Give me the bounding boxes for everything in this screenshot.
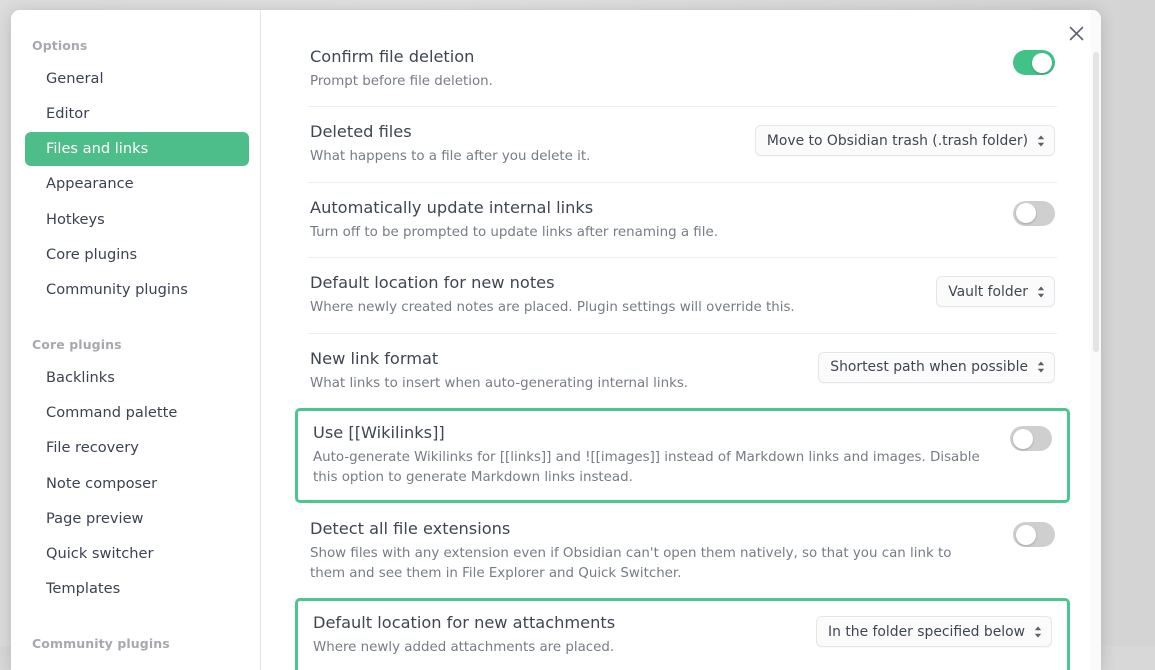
toggle-knob bbox=[1032, 53, 1052, 73]
sidebar-item-backlinks[interactable]: Backlinks bbox=[25, 361, 249, 395]
setting-description: Auto-generate Wikilinks for [[links]] an… bbox=[313, 448, 985, 487]
setting-control: In the folder specified below bbox=[816, 612, 1052, 647]
setting-control bbox=[1013, 518, 1055, 547]
settings-modal: Options General Editor Files and links A… bbox=[11, 10, 1101, 670]
setting-info: Default location for new notes Where new… bbox=[310, 272, 916, 317]
toggle-knob bbox=[1016, 203, 1036, 223]
select-value: Vault folder bbox=[948, 284, 1028, 300]
setting-default-location-new-attachments: Default location for new attachments Whe… bbox=[311, 601, 1054, 670]
chevron-updown-icon bbox=[1036, 285, 1046, 299]
sidebar-item-templates[interactable]: Templates bbox=[25, 572, 249, 606]
setting-info: New link format What links to insert whe… bbox=[310, 348, 798, 393]
setting-control bbox=[1013, 46, 1055, 75]
sidebar-item-community-plugins[interactable]: Community plugins bbox=[25, 273, 249, 307]
toggle-knob bbox=[1013, 429, 1033, 449]
select-deleted-files[interactable]: Move to Obsidian trash (.trash folder) bbox=[755, 125, 1055, 156]
setting-title: Use [[Wikilinks]] bbox=[313, 422, 990, 444]
sidebar-item-command-palette[interactable]: Command palette bbox=[25, 396, 249, 430]
select-new-link-format[interactable]: Shortest path when possible bbox=[818, 352, 1055, 383]
sidebar-item-appearance[interactable]: Appearance bbox=[25, 167, 249, 201]
select-value: In the folder specified below bbox=[828, 624, 1025, 640]
setting-detect-all-file-extensions: Detect all file extensions Show files wi… bbox=[308, 503, 1057, 598]
chevron-updown-icon bbox=[1033, 625, 1043, 639]
sidebar-item-note-composer[interactable]: Note composer bbox=[25, 467, 249, 501]
select-default-location-new-attachments[interactable]: In the folder specified below bbox=[816, 616, 1052, 647]
content-scrollbar[interactable] bbox=[1091, 10, 1101, 670]
sidebar-header-core-plugins: Core plugins bbox=[11, 311, 260, 361]
sidebar-group-options: Options General Editor Files and links A… bbox=[11, 32, 260, 307]
sidebar-item-general[interactable]: General bbox=[25, 62, 249, 96]
chevron-updown-icon bbox=[1036, 360, 1046, 374]
setting-title: Default location for new notes bbox=[310, 272, 916, 294]
settings-sidebar: Options General Editor Files and links A… bbox=[11, 10, 261, 670]
setting-title: New link format bbox=[310, 348, 798, 370]
setting-description: Where newly added attachments are placed… bbox=[313, 638, 796, 658]
setting-control: Vault folder bbox=[936, 272, 1055, 307]
setting-description: Prompt before file deletion. bbox=[310, 72, 982, 92]
sidebar-item-files-and-links[interactable]: Files and links bbox=[25, 132, 249, 166]
setting-title: Default location for new attachments bbox=[313, 612, 796, 634]
setting-title: Deleted files bbox=[310, 121, 735, 143]
sidebar-item-templater[interactable]: Templater bbox=[25, 660, 249, 670]
setting-description: What links to insert when auto-generatin… bbox=[310, 374, 798, 394]
setting-control: Shortest path when possible bbox=[818, 348, 1055, 383]
settings-content: Confirm file deletion Prompt before file… bbox=[261, 10, 1101, 670]
sidebar-item-quick-switcher[interactable]: Quick switcher bbox=[25, 537, 249, 571]
setting-title: Detect all file extensions bbox=[310, 518, 993, 540]
highlight-box-attachments: Default location for new attachments Whe… bbox=[295, 598, 1070, 670]
setting-control bbox=[1013, 197, 1055, 226]
select-default-location-new-notes[interactable]: Vault folder bbox=[936, 276, 1055, 307]
setting-confirm-file-deletion: Confirm file deletion Prompt before file… bbox=[308, 41, 1057, 106]
setting-auto-update-internal-links: Automatically update internal links Turn… bbox=[308, 182, 1057, 257]
setting-deleted-files: Deleted files What happens to a file aft… bbox=[308, 106, 1057, 181]
setting-description: Turn off to be prompted to update links … bbox=[310, 223, 982, 243]
highlight-box-wikilinks: Use [[Wikilinks]] Auto-generate Wikilink… bbox=[295, 408, 1070, 503]
setting-info: Automatically update internal links Turn… bbox=[310, 197, 993, 242]
setting-default-location-new-notes: Default location for new notes Where new… bbox=[308, 257, 1057, 332]
setting-info: Default location for new attachments Whe… bbox=[313, 612, 796, 657]
toggle-confirm-file-deletion[interactable] bbox=[1013, 50, 1055, 75]
setting-description: What happens to a file after you delete … bbox=[310, 147, 735, 167]
setting-control bbox=[1010, 422, 1052, 451]
setting-info: Deleted files What happens to a file aft… bbox=[310, 121, 735, 166]
toggle-use-wikilinks[interactable] bbox=[1010, 426, 1052, 451]
sidebar-item-page-preview[interactable]: Page preview bbox=[25, 502, 249, 536]
sidebar-item-core-plugins[interactable]: Core plugins bbox=[25, 238, 249, 272]
setting-description: Where newly created notes are placed. Pl… bbox=[310, 298, 916, 318]
sidebar-item-hotkeys[interactable]: Hotkeys bbox=[25, 203, 249, 237]
setting-description: Show files with any extension even if Ob… bbox=[310, 544, 982, 583]
chevron-updown-icon bbox=[1036, 134, 1046, 148]
close-icon[interactable] bbox=[1062, 19, 1090, 47]
setting-info: Detect all file extensions Show files wi… bbox=[310, 518, 993, 583]
setting-info: Confirm file deletion Prompt before file… bbox=[310, 46, 993, 91]
toggle-detect-all-file-extensions[interactable] bbox=[1013, 522, 1055, 547]
setting-control: Move to Obsidian trash (.trash folder) bbox=[755, 121, 1055, 156]
setting-info: Use [[Wikilinks]] Auto-generate Wikilink… bbox=[313, 422, 990, 487]
sidebar-group-core-plugins: Core plugins Backlinks Command palette F… bbox=[11, 311, 260, 606]
sidebar-header-community-plugins: Community plugins bbox=[11, 610, 260, 660]
toggle-knob bbox=[1016, 525, 1036, 545]
sidebar-header-options: Options bbox=[11, 32, 260, 62]
sidebar-item-editor[interactable]: Editor bbox=[25, 97, 249, 131]
sidebar-group-community-plugins: Community plugins Templater bbox=[11, 610, 260, 670]
scrollbar-thumb[interactable] bbox=[1093, 52, 1099, 352]
setting-title: Confirm file deletion bbox=[310, 46, 993, 68]
toggle-auto-update-internal-links[interactable] bbox=[1013, 201, 1055, 226]
settings-list: Confirm file deletion Prompt before file… bbox=[261, 10, 1091, 670]
setting-new-link-format: New link format What links to insert whe… bbox=[308, 333, 1057, 408]
sidebar-item-file-recovery[interactable]: File recovery bbox=[25, 431, 249, 465]
select-value: Shortest path when possible bbox=[830, 359, 1028, 375]
setting-use-wikilinks: Use [[Wikilinks]] Auto-generate Wikilink… bbox=[311, 411, 1054, 500]
setting-title: Automatically update internal links bbox=[310, 197, 993, 219]
select-value: Move to Obsidian trash (.trash folder) bbox=[767, 133, 1028, 149]
